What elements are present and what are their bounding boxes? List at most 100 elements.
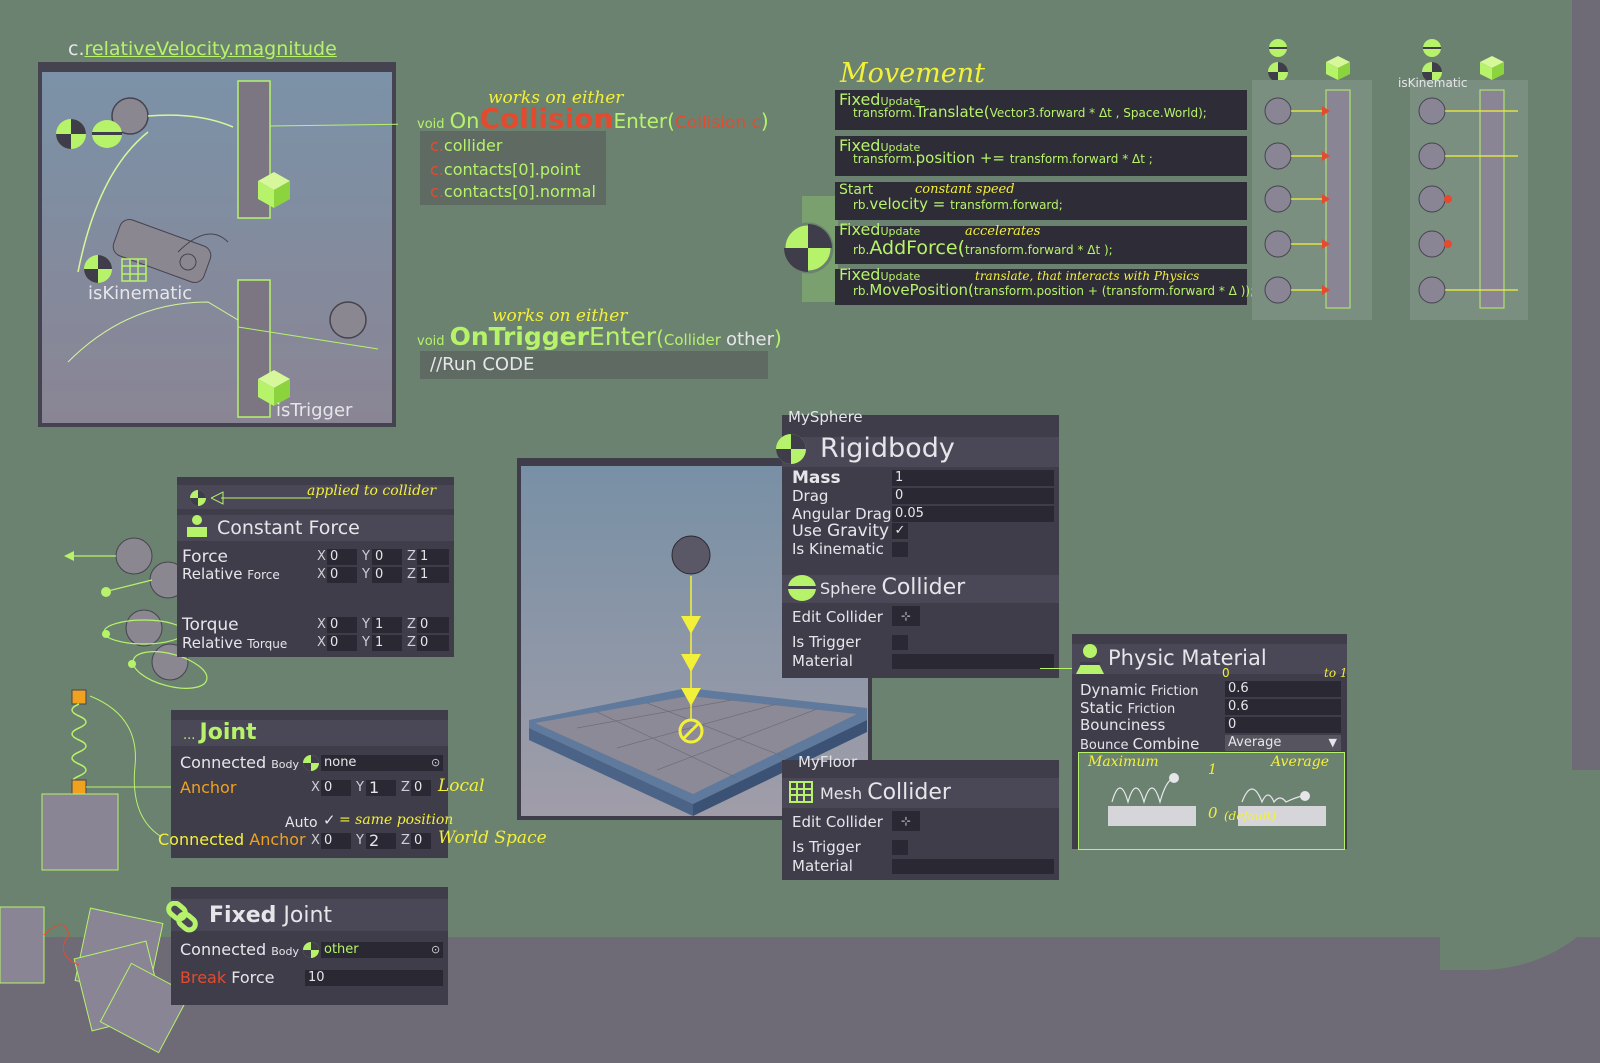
movement-iskinematic-label: isKinematic: [1398, 76, 1468, 90]
connected-anchor-y-field[interactable]: 2: [366, 833, 396, 849]
force-label: Force: [182, 547, 228, 567]
angular-drag-field[interactable]: 0.05: [892, 506, 1054, 522]
floor-is-trigger-checkbox[interactable]: [892, 840, 908, 855]
mass-label: Mass: [792, 468, 841, 488]
bounce-combine-label: Bounce Combine: [1080, 735, 1200, 753]
floor-material-field[interactable]: [892, 859, 1054, 874]
rigidbody-small-icon: [190, 490, 206, 506]
chevron-down-icon: ▼: [1328, 736, 1337, 749]
connected-anchor-label: Connected Anchor: [158, 830, 306, 849]
edit-collider-button[interactable]: ⊹: [892, 606, 920, 626]
trigger-code-block: //Run CODE: [420, 351, 768, 379]
torque-x-field[interactable]: 0: [327, 617, 357, 633]
bounce-combine-select[interactable]: Average ▼: [1225, 735, 1341, 751]
movement-row-1: FixedUpdate transform.Translate(Vector3.…: [835, 90, 1247, 130]
rigidbody-small-icon: [303, 942, 319, 958]
is-trigger-label: Is Trigger: [792, 633, 861, 651]
physic-material-panel: Physic Material 0 to 1 Dynamic Friction …: [1072, 634, 1348, 850]
torque-z-field[interactable]: 0: [417, 617, 449, 633]
movement-diagram-left: [1252, 39, 1372, 320]
auto-checkbox[interactable]: ✓: [323, 811, 336, 829]
material-label: Material: [792, 652, 853, 670]
physic-material-icon: [1076, 644, 1104, 674]
is-kinematic-label: Is Kinematic: [792, 540, 884, 558]
floor-object-name: MyFloor: [798, 753, 858, 771]
floor-edit-collider-label: Edit Collider: [792, 813, 883, 831]
constant-force-title: Constant Force: [217, 517, 360, 539]
bounciness-label: Bounciness: [1080, 716, 1166, 734]
connected-anchor-x-field[interactable]: 0: [321, 833, 351, 849]
dynamic-friction-field[interactable]: 0.6: [1225, 681, 1341, 697]
floor-is-trigger-label: Is Trigger: [792, 838, 861, 856]
use-gravity-label: Use Gravity: [792, 521, 890, 541]
mass-field[interactable]: 1: [892, 470, 1054, 486]
constant-force-panel: applied to collider Constant Force Force…: [177, 477, 454, 657]
torque-label: Torque: [182, 615, 239, 635]
force-x-field[interactable]: 0: [327, 549, 357, 565]
chain-link-icon: [166, 901, 198, 933]
relative-torque-z-field[interactable]: 0: [417, 635, 449, 651]
movement-row-5: FixedUpdate translate, that interacts wi…: [835, 265, 1254, 305]
edit-collider-label: Edit Collider: [792, 608, 883, 626]
background-right-strip: [1572, 0, 1600, 860]
rigidbody-title: Rigidbody: [820, 433, 955, 464]
connected-anchor-z-field[interactable]: 0: [411, 833, 431, 849]
relative-torque-y-field[interactable]: 1: [372, 635, 402, 651]
bounciness-field[interactable]: 0: [1225, 717, 1341, 733]
collision-velocity-label: c.relativeVelocity.magnitude: [68, 38, 337, 60]
fixed-joint-title: Fixed Joint: [209, 903, 333, 928]
anchor-x-field[interactable]: 0: [321, 780, 351, 796]
drag-label: Drag: [792, 487, 829, 505]
joint-panel: ... Joint Connected Body none ⊙ Anchor X…: [158, 710, 547, 858]
fixed-joint-panel: Fixed Joint Connected Body other ⊙ Break…: [166, 887, 448, 1005]
zero-note: 0: [1208, 804, 1218, 822]
object-picker-icon[interactable]: ⊙: [431, 943, 440, 956]
break-force-label: Break Force: [180, 968, 275, 987]
relative-force-y-field[interactable]: 0: [372, 567, 402, 583]
on-trigger-signature: void OnTriggerEnter(Collider other): [417, 322, 782, 351]
floor-edit-collider-button[interactable]: ⊹: [892, 811, 920, 831]
is-kinematic-checkbox[interactable]: [892, 542, 908, 557]
world-space-note: World Space: [438, 828, 547, 848]
static-friction-field[interactable]: 0.6: [1225, 699, 1341, 715]
movement-row-2: FixedUpdate transform.position += transf…: [835, 136, 1247, 176]
force-y-field[interactable]: 0: [372, 549, 402, 565]
sphere-collider-title: Sphere Collider: [820, 575, 966, 600]
rigidbody-icon: [776, 434, 806, 464]
range-to-one: to 1: [1324, 666, 1348, 680]
object-picker-icon[interactable]: ⊙: [431, 756, 440, 769]
use-gravity-checkbox[interactable]: ✓: [892, 523, 908, 539]
drag-field[interactable]: 0: [892, 488, 1054, 504]
rigidbody-panel: MySphere Rigidbody Mass 1 Drag 0 Angular…: [776, 408, 1059, 678]
fixed-connected-body-label: Connected Body: [180, 940, 300, 959]
fixed-connected-body-field[interactable]: other: [321, 942, 443, 958]
dynamic-friction-label: Dynamic Friction: [1080, 681, 1199, 699]
rigidbody-small-icon: [303, 755, 319, 771]
grid-icon: [789, 781, 813, 803]
torque-y-field[interactable]: 1: [372, 617, 402, 633]
relative-force-x-field[interactable]: 0: [327, 567, 357, 583]
physic-material-title: Physic Material: [1108, 646, 1267, 670]
bounce-curves: [1108, 773, 1326, 826]
sphere-collider-icon: [788, 575, 816, 601]
same-position-note: = same position: [339, 812, 454, 828]
anchor-y-field[interactable]: 1: [366, 780, 396, 796]
break-force-field[interactable]: 10: [305, 970, 443, 986]
joint-connected-body-field[interactable]: none: [321, 755, 443, 771]
relative-force-z-field[interactable]: 1: [417, 567, 449, 583]
constant-force-icon: [187, 515, 207, 537]
arrow-left-icon: [211, 491, 311, 505]
relative-torque-x-field[interactable]: 0: [327, 635, 357, 651]
movement-row-3: Start constant speed rb.velocity = trans…: [835, 182, 1247, 220]
force-z-field[interactable]: 1: [417, 549, 449, 565]
relative-torque-label: Relative Torque: [182, 634, 288, 652]
floor-panel: MyFloor Mesh Collider Edit Collider ⊹ Is…: [782, 753, 1059, 880]
material-field[interactable]: [892, 654, 1054, 669]
anchor-z-field[interactable]: 0: [411, 780, 431, 796]
is-trigger-checkbox[interactable]: [892, 635, 908, 650]
local-note: Local: [438, 776, 485, 796]
anchor-label: Anchor: [180, 778, 237, 797]
auto-label: Auto: [285, 815, 318, 831]
default-note: (default): [1224, 809, 1277, 823]
relative-force-label: Relative Force: [182, 565, 280, 583]
